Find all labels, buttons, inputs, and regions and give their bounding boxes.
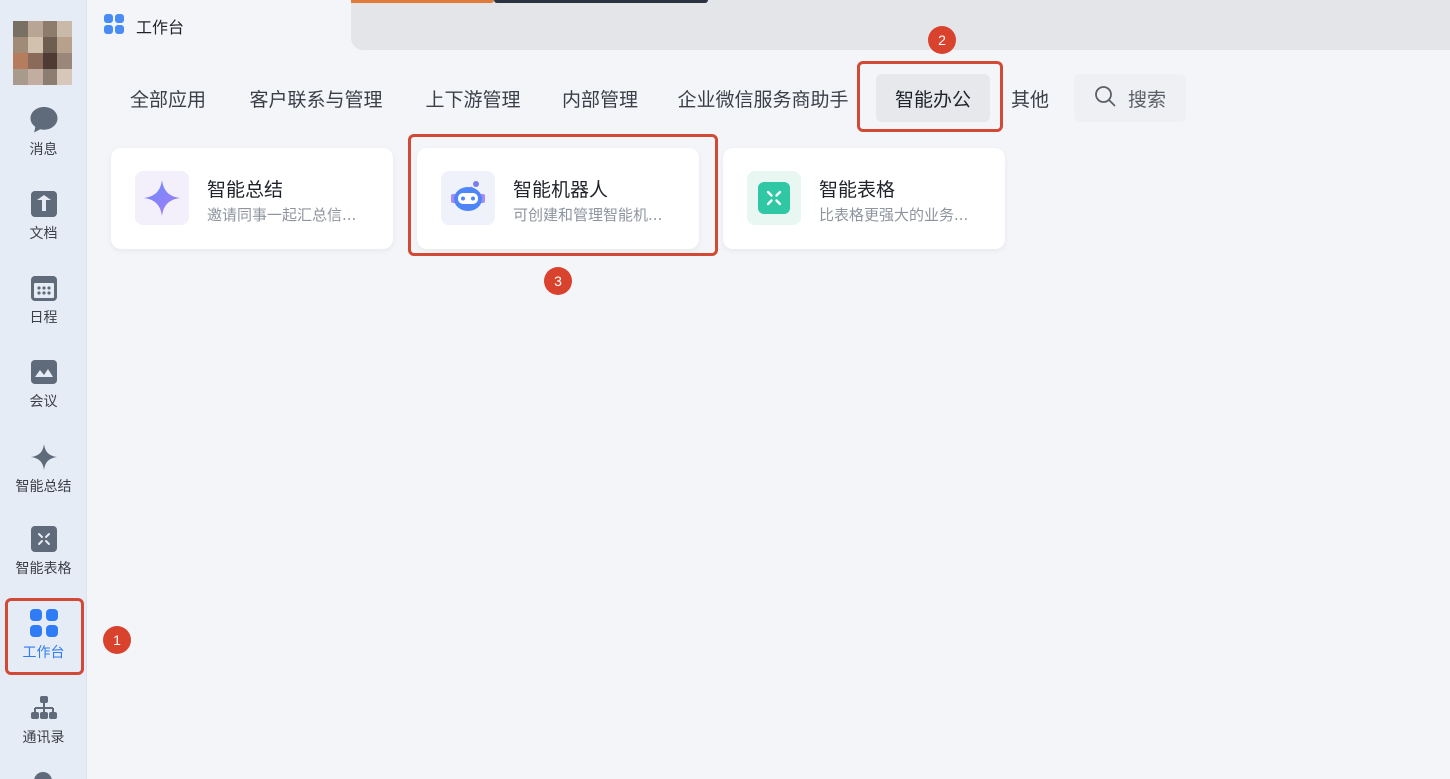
sidebar-item-smart-summary[interactable]: 智能总结 <box>0 440 87 510</box>
tab-internal-management[interactable]: 内部管理 <box>552 74 648 122</box>
meeting-icon <box>27 355 61 389</box>
sidebar-item-label: 日程 <box>29 310 58 326</box>
tab-title: 工作台 <box>136 18 185 37</box>
sidebar-item-label: 智能总结 <box>15 479 72 495</box>
sidebar-item-label: 通讯录 <box>22 730 65 746</box>
app-title: 智能总结 <box>207 179 284 201</box>
sidebar-item-label: 消息 <box>29 142 58 158</box>
smart-sheet-icon <box>747 171 801 225</box>
tab-service-provider-assistant[interactable]: 企业微信服务商助手 <box>668 74 858 122</box>
sidebar-item-label: 会议 <box>29 394 58 410</box>
sidebar-item-smart-sheet[interactable]: 智能表格 <box>0 522 87 592</box>
app-description: 比表格更强大的业务... <box>819 206 969 224</box>
sidebar-item-messages[interactable]: 消息 <box>0 103 87 173</box>
workbench-grid-icon <box>27 606 61 640</box>
app-card-smart-robot[interactable]: 智能机器人 可创建和管理智能机... <box>417 148 699 249</box>
step-marker-1: 1 <box>103 626 131 654</box>
sidebar-item-label: 工作台 <box>22 645 65 661</box>
search-icon <box>1094 85 1116 111</box>
sidebar-more-icon <box>34 772 52 779</box>
calendar-icon <box>27 271 61 305</box>
sidebar-item-contacts[interactable]: 通讯录 <box>0 691 87 761</box>
tab-others[interactable]: 其他 <box>1000 74 1060 122</box>
tab-workbench[interactable]: 工作台 <box>88 0 351 52</box>
app-title: 智能机器人 <box>513 179 609 201</box>
tab-strip <box>351 0 1450 50</box>
sidebar-item-docs[interactable]: 文档 <box>0 187 87 257</box>
step-marker-2: 2 <box>928 26 956 54</box>
app-description: 邀请同事一起汇总信... <box>207 206 357 224</box>
app-card-smart-summary[interactable]: 智能总结 邀请同事一起汇总信... <box>111 148 393 249</box>
tab-all-apps[interactable]: 全部应用 <box>112 74 224 122</box>
sidebar: 消息 文档 日程 会议 智能总结 智能表格 工作台 通讯录 <box>0 0 87 779</box>
tab-customer-contact[interactable]: 客户联系与管理 <box>240 74 392 122</box>
tab-strip-decoration <box>494 0 708 3</box>
sidebar-item-label: 智能表格 <box>15 561 72 577</box>
chat-bubble-icon <box>27 103 61 137</box>
sparkle-icon <box>27 440 61 474</box>
workbench-grid-icon <box>104 14 124 38</box>
sidebar-item-label: 文档 <box>29 226 58 242</box>
step-marker-3: 3 <box>544 267 572 295</box>
avatar[interactable] <box>13 21 72 85</box>
sidebar-item-schedule[interactable]: 日程 <box>0 271 87 341</box>
top-bar: 工作台 <box>88 0 1450 52</box>
app-description: 可创建和管理智能机... <box>513 206 663 224</box>
org-chart-icon <box>27 691 61 725</box>
sidebar-item-workbench[interactable]: 工作台 <box>0 606 87 676</box>
app-title: 智能表格 <box>819 179 896 201</box>
search-label: 搜索 <box>1128 88 1167 111</box>
document-icon <box>27 187 61 221</box>
robot-icon <box>441 171 495 225</box>
tab-upstream-downstream[interactable]: 上下游管理 <box>412 74 534 122</box>
app-card-smart-sheet[interactable]: 智能表格 比表格更强大的业务... <box>723 148 1005 249</box>
search-button[interactable]: 搜索 <box>1074 74 1186 122</box>
tab-smart-office[interactable]: 智能办公 <box>876 74 990 122</box>
sidebar-item-meeting[interactable]: 会议 <box>0 355 87 425</box>
smart-sheet-icon <box>27 522 61 556</box>
sparkle-icon <box>135 171 189 225</box>
